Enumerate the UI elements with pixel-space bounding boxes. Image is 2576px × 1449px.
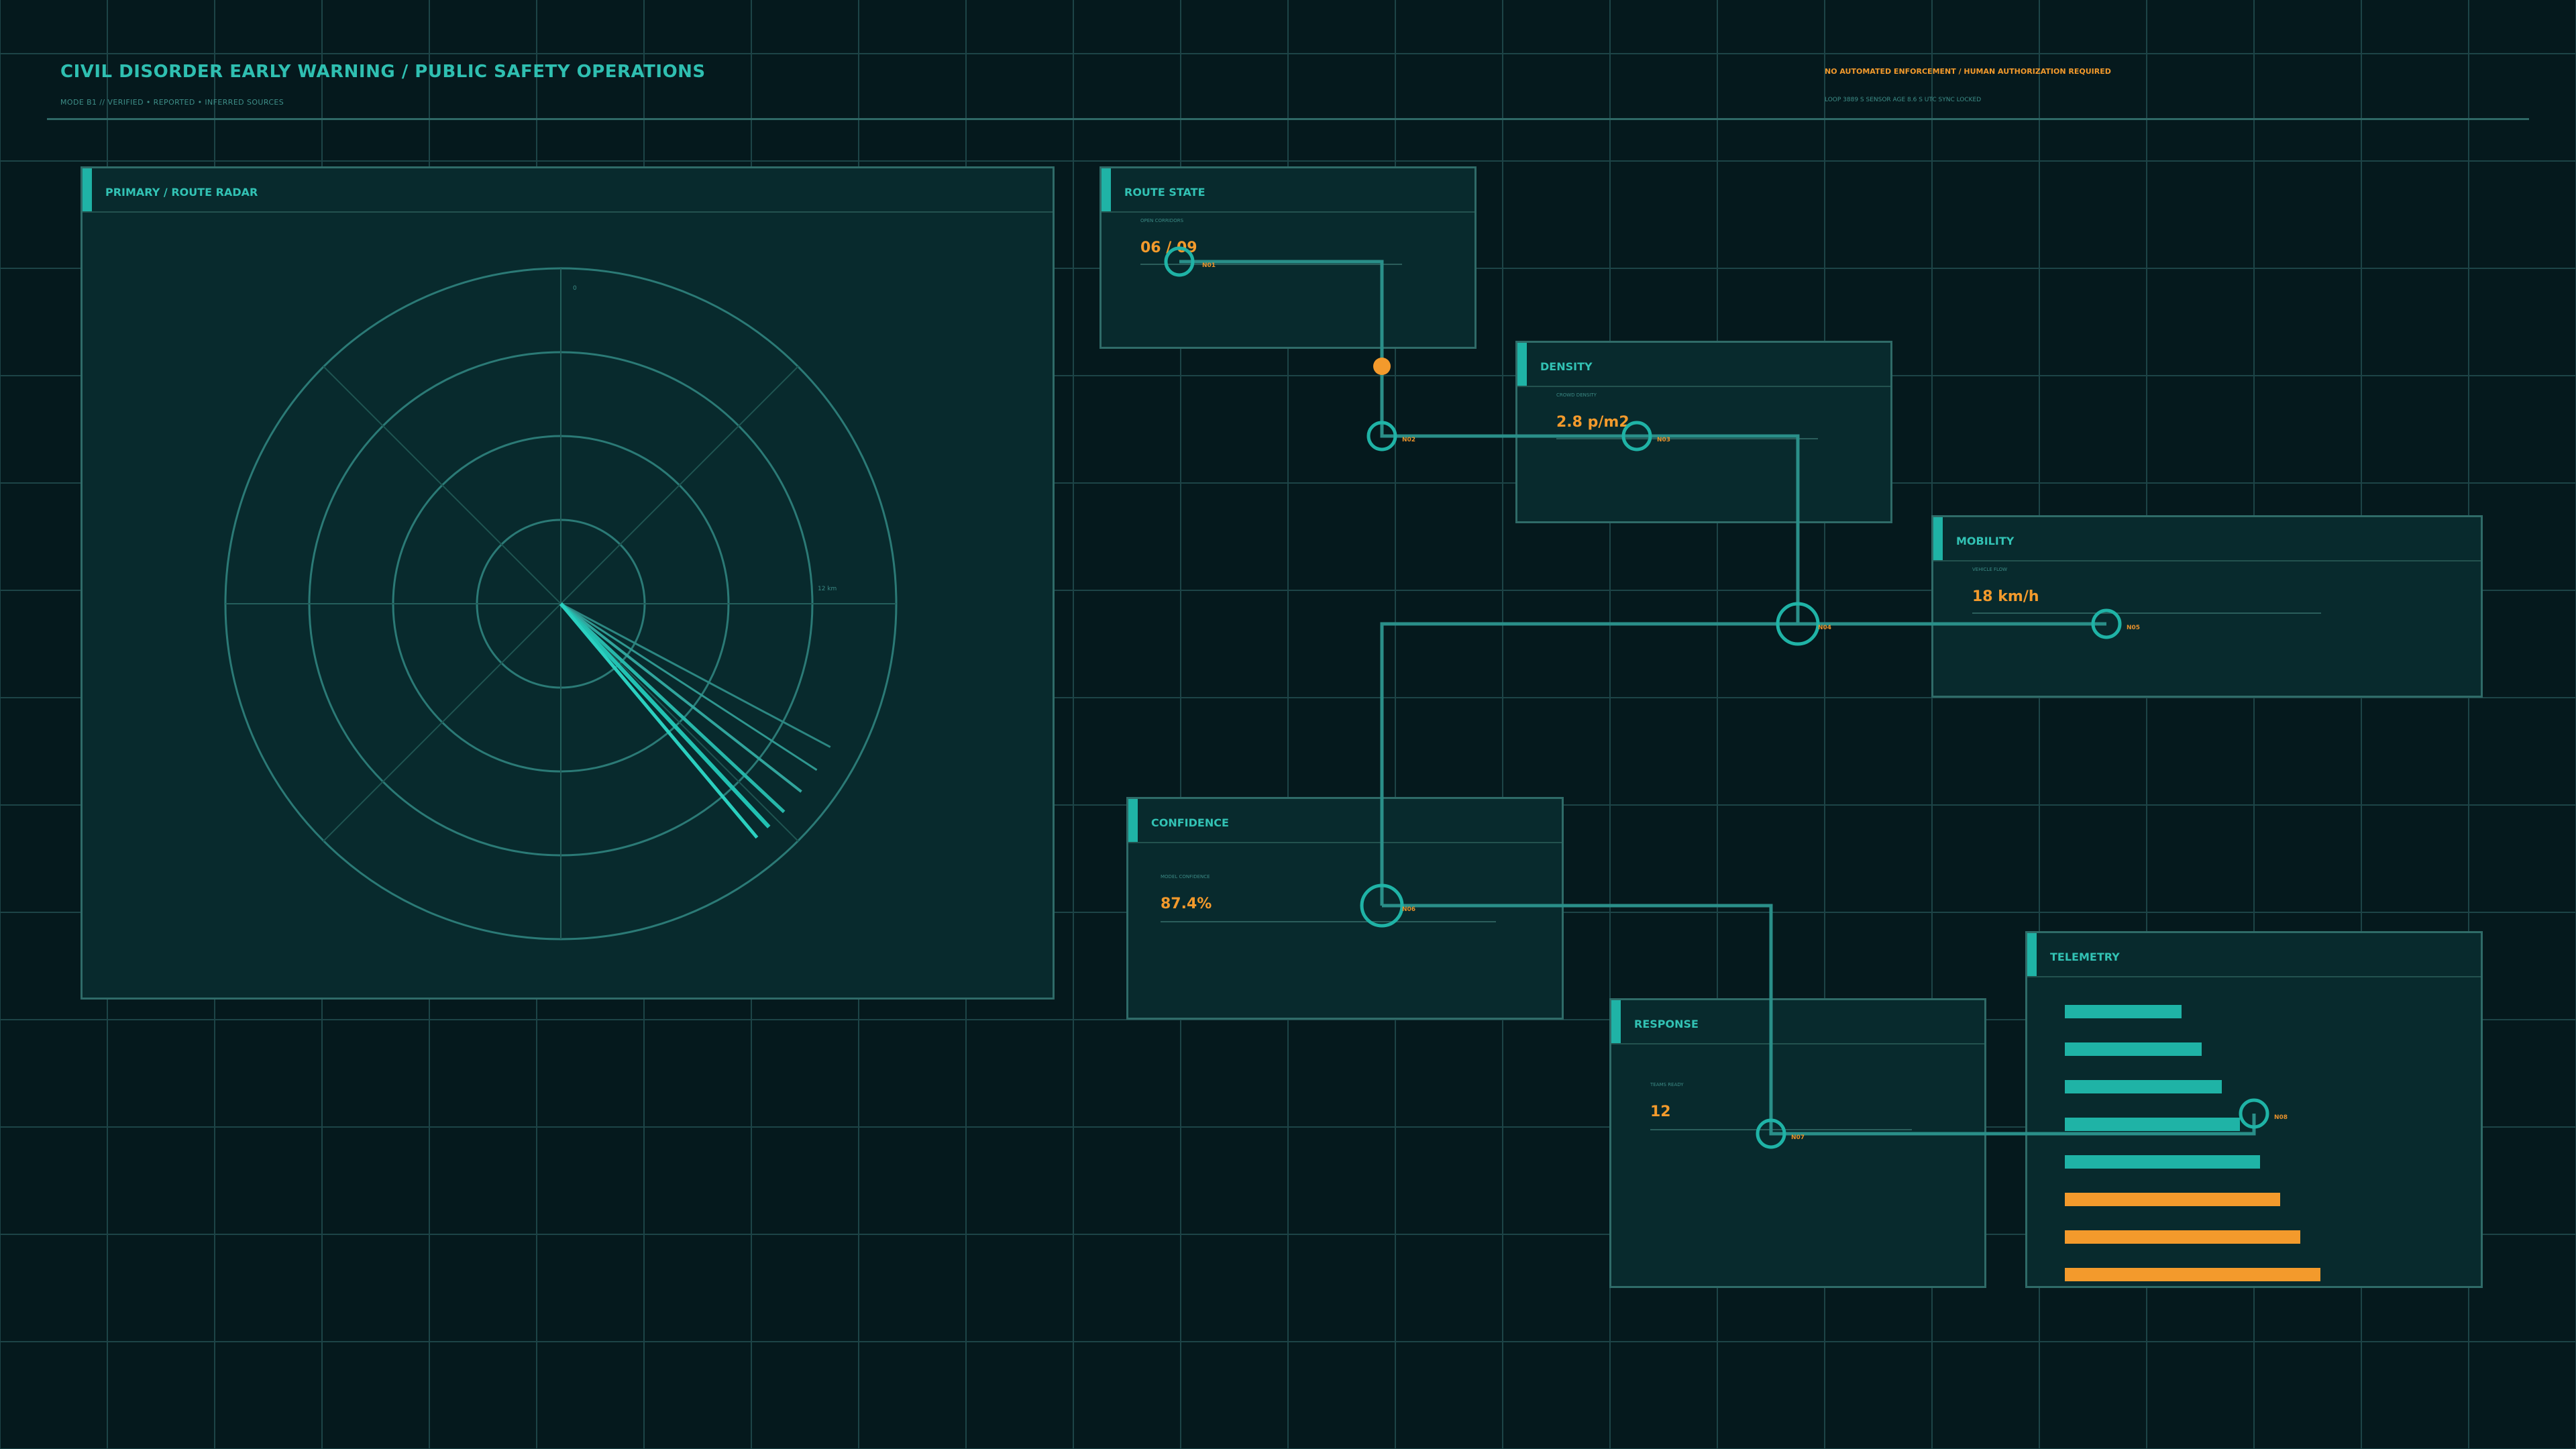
- panel-title: ROUTE STATE: [1124, 186, 1205, 199]
- panel-header: [1933, 517, 2481, 561]
- metric-label: VEHICLE FLOW: [1972, 567, 2008, 572]
- sync-status: LOOP 3889 S SENSOR AGE 8.6 S UTC SYNC LO…: [1825, 97, 1982, 103]
- panel-accent: [1517, 343, 1527, 386]
- panel-title: CONFIDENCE: [1151, 816, 1229, 829]
- density-panel[interactable]: DENSITY CROWD DENSITY 2.8 p/m2: [1515, 341, 1892, 523]
- panel-title: RESPONSE: [1634, 1018, 1699, 1030]
- metric-value: 12: [1650, 1104, 1671, 1120]
- panel-accent: [83, 168, 92, 211]
- confidence-panel[interactable]: CONFIDENCE MODEL CONFIDENCE 87.4%: [1126, 797, 1564, 1020]
- response-panel[interactable]: RESPONSE TEAMS READY 12: [1609, 998, 1986, 1288]
- metric-value: 87.4%: [1161, 896, 1212, 912]
- panel-accent: [1933, 517, 1943, 560]
- metric-label: OPEN CORRIDORS: [1140, 218, 1184, 223]
- page-title: CIVIL DISORDER EARLY WARNING / PUBLIC SA…: [60, 62, 706, 82]
- metric-underline: [1650, 1129, 1912, 1130]
- metric-underline: [1161, 921, 1496, 922]
- panel-title: MOBILITY: [1956, 535, 2015, 547]
- panel-accent: [1611, 1000, 1621, 1043]
- panel-accent: [2027, 933, 2037, 976]
- metric-underline: [1140, 264, 1402, 265]
- panel-title: PRIMARY / ROUTE RADAR: [105, 186, 258, 199]
- metric-label: CROWD DENSITY: [1556, 392, 1597, 398]
- metric-label: TEAMS READY: [1650, 1082, 1684, 1087]
- panel-title: DENSITY: [1540, 360, 1593, 373]
- metric-label: MODEL CONFIDENCE: [1161, 874, 1210, 879]
- radar-panel[interactable]: PRIMARY / ROUTE RADAR: [80, 166, 1055, 1000]
- metric-value: 18 km/h: [1972, 588, 2039, 605]
- telemetry-panel[interactable]: TELEMETRY: [2025, 931, 2483, 1288]
- panel-title: TELEMETRY: [2050, 951, 2120, 963]
- metric-underline: [1556, 438, 1818, 439]
- panel-accent: [1128, 799, 1138, 842]
- metric-value: 06 / 09: [1140, 239, 1197, 256]
- metric-underline: [1972, 612, 2321, 614]
- metric-value: 2.8 p/m2: [1556, 414, 1629, 431]
- page-subtitle: MODE B1 // VERIFIED • REPORTED • INFERRE…: [60, 98, 284, 107]
- mobility-panel[interactable]: MOBILITY VEHICLE FLOW 18 km/h: [1931, 515, 2483, 698]
- panel-accent: [1102, 168, 1111, 211]
- authorization-warning: NO AUTOMATED ENFORCEMENT / HUMAN AUTHORI…: [1825, 67, 2111, 76]
- header-divider: [47, 118, 2529, 120]
- route-state-panel[interactable]: ROUTE STATE OPEN CORRIDORS 06 / 09: [1099, 166, 1477, 349]
